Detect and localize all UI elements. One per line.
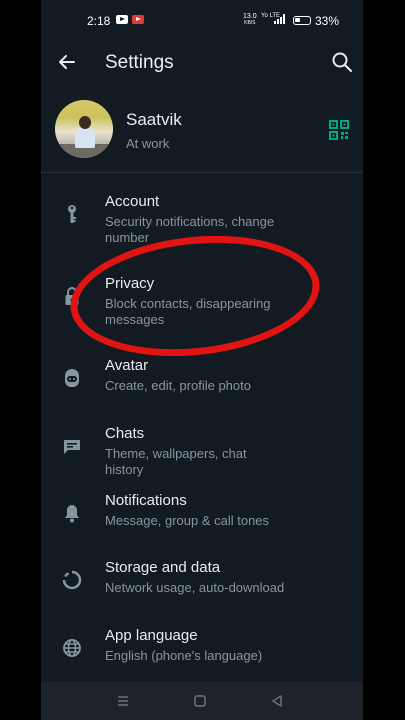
- avatar[interactable]: [55, 100, 113, 158]
- settings-item-title: App language: [105, 627, 198, 644]
- qr-code-icon[interactable]: [329, 120, 349, 140]
- key-icon: [68, 205, 76, 223]
- app-bar: Settings: [41, 42, 363, 82]
- status-bar: 2:18 13.0 KB/S Yo LTE 33%: [41, 0, 363, 42]
- settings-item-subtitle: English (phone's language): [105, 648, 263, 663]
- settings-item-notifications[interactable]: Notifications Message, group & call tone…: [41, 479, 363, 545]
- settings-item-title: Account: [105, 193, 160, 210]
- network-speed-value: 13.0: [243, 13, 257, 20]
- settings-item-subtitle: Block contacts, disappearing messages: [105, 296, 271, 327]
- settings-item-title: Notifications: [105, 492, 187, 509]
- settings-item-subtitle: Create, edit, profile photo: [105, 378, 251, 393]
- storage-circle-icon: [62, 570, 82, 590]
- profile-name: Saatvik: [126, 110, 182, 129]
- page-title: Settings: [105, 52, 174, 73]
- system-navigation-bar: [41, 682, 363, 720]
- profile-row[interactable]: Saatvik At work: [41, 92, 363, 170]
- recents-menu-icon[interactable]: [114, 692, 132, 710]
- network-speed: 13.0 KB/S: [243, 13, 257, 27]
- phone-screen: 2:18 13.0 KB/S Yo LTE 33% Settings Saatv…: [41, 0, 363, 720]
- battery-icon: [293, 16, 311, 25]
- bell-icon: [65, 505, 79, 523]
- home-square-icon[interactable]: [191, 692, 209, 710]
- settings-item-app-language[interactable]: App language English (phone's language): [41, 614, 363, 680]
- settings-item-avatar[interactable]: Avatar Create, edit, profile photo: [41, 344, 363, 410]
- settings-item-chats[interactable]: Chats Theme, wallpapers, chat history: [41, 412, 363, 478]
- profile-status: At work: [126, 136, 170, 151]
- globe-icon: [63, 639, 81, 657]
- status-time: 2:18: [87, 14, 111, 28]
- lock-icon: [65, 287, 79, 305]
- settings-item-subtitle: Network usage, auto-download: [105, 580, 285, 595]
- back-triangle-icon[interactable]: [268, 692, 286, 710]
- settings-item-subtitle: Security notifications, change number: [105, 214, 275, 245]
- settings-item-title: Storage and data: [105, 559, 221, 576]
- network-speed-unit: KB/S: [244, 20, 256, 26]
- avatar-face-icon: [65, 369, 79, 387]
- settings-item-storage[interactable]: Storage and data Network usage, auto-dow…: [41, 546, 363, 612]
- settings-item-privacy[interactable]: Privacy Block contacts, disappearing mes…: [41, 262, 363, 328]
- search-icon[interactable]: [331, 51, 353, 73]
- settings-item-subtitle: Message, group & call tones: [105, 513, 270, 528]
- youtube-notification-icon: [132, 15, 144, 24]
- settings-item-account[interactable]: Account Security notifications, change n…: [41, 180, 363, 246]
- youtube-notification-icon: [116, 15, 128, 24]
- settings-item-title: Avatar: [105, 357, 149, 374]
- battery-percentage: 33%: [315, 14, 340, 28]
- back-arrow-icon[interactable]: [57, 52, 77, 72]
- settings-item-subtitle: Theme, wallpapers, chat history: [105, 446, 247, 477]
- avatar-photo-figure: [75, 128, 95, 148]
- settings-item-title: Chats: [105, 425, 145, 442]
- profile-divider: [41, 172, 363, 173]
- settings-item-title: Privacy: [105, 275, 155, 292]
- avatar-photo-head: [79, 116, 91, 129]
- signal-icon: [274, 14, 285, 24]
- chat-icon: [64, 440, 80, 454]
